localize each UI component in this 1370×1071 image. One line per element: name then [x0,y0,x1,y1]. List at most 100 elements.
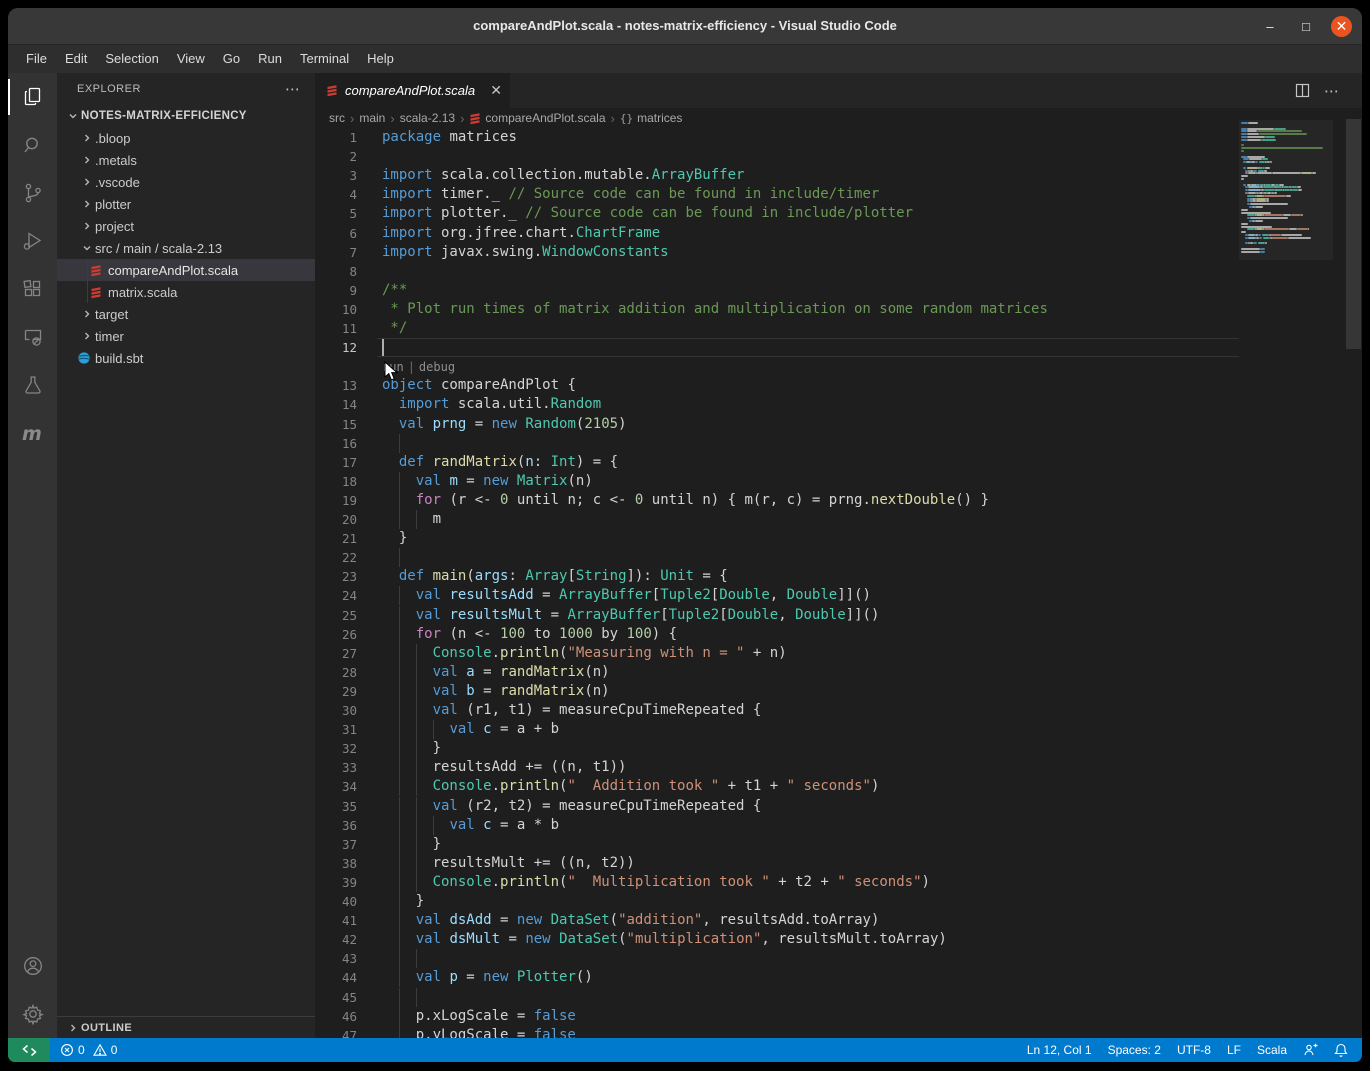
settings-gear-icon[interactable] [8,990,57,1038]
close-icon[interactable]: ✕ [1331,16,1352,37]
code-line[interactable]: 40 } [315,892,1362,911]
extensions-icon[interactable] [8,265,57,313]
code-line[interactable]: 33 resultsAdd += ((n, t1)) [315,758,1362,777]
code-line[interactable]: 16 [315,434,1362,453]
code-line[interactable]: 17 def randMatrix(n: Int) = { [315,453,1362,472]
code-line[interactable]: 26 for (n <- 100 to 1000 by 100) { [315,625,1362,644]
code-line[interactable]: 34 Console.println(" Addition took " + t… [315,777,1362,796]
code-line[interactable]: 8 [315,262,1362,281]
code-line[interactable]: 15 val prng = new Random(2105) [315,415,1362,434]
tree-item-.metals[interactable]: .metals [57,149,315,171]
code-line[interactable]: 47 p.yLogScale = false [315,1026,1362,1038]
tree-item-.vscode[interactable]: .vscode [57,171,315,193]
menu-file[interactable]: File [17,45,56,73]
code-line[interactable]: 5import plotter._ // Source code can be … [315,204,1362,223]
code-line[interactable]: 39 Console.println(" Multiplication took… [315,873,1362,892]
outline-section-header[interactable]: OUTLINE [57,1016,315,1038]
code-line[interactable]: 6import org.jfree.chart.ChartFrame [315,224,1362,243]
indentation[interactable]: Spaces: 2 [1108,1043,1161,1057]
code-line[interactable]: 7import javax.swing.WindowConstants [315,243,1362,262]
problems-panel[interactable]: 0 0 [60,1043,117,1057]
code-line[interactable]: 19 for (r <- 0 until n; c <- 0 until n) … [315,491,1362,510]
metals-icon[interactable]: m [8,409,57,457]
menu-view[interactable]: View [168,45,214,73]
tree-item-plotter[interactable]: plotter [57,193,315,215]
breadcrumb-item-compareandplot.scala[interactable]: compareAndPlot.scala [469,111,605,125]
codelens-debug-link[interactable]: debug [419,360,455,374]
more-actions-icon[interactable]: ⋯ [1324,82,1340,100]
code-line[interactable]: 12 [315,338,1362,357]
code-line[interactable]: 22 [315,548,1362,567]
remote-indicator[interactable] [8,1038,50,1062]
code-line[interactable]: 4import timer._ // Source code can be fo… [315,185,1362,204]
code-line[interactable]: 20 m [315,510,1362,529]
code-line[interactable]: 1package matrices [315,128,1362,147]
remote-explorer-icon[interactable] [8,313,57,361]
code-line[interactable]: 28 val a = randMatrix(n) [315,663,1362,682]
tree-item-build.sbt[interactable]: build.sbt [57,347,315,369]
code-line[interactable]: 9/** [315,281,1362,300]
code-line[interactable]: 3import scala.collection.mutable.ArrayBu… [315,166,1362,185]
code-line[interactable]: 44 val p = new Plotter() [315,968,1362,987]
notifications-bell-icon[interactable] [1334,1043,1348,1057]
code-line[interactable]: 35 val (r2, t2) = measureCpuTimeRepeated… [315,797,1362,816]
code-line[interactable]: 13object compareAndPlot { [315,376,1362,395]
tab-close-icon[interactable]: ✕ [490,82,502,99]
tree-item-project[interactable]: project [57,215,315,237]
menu-go[interactable]: Go [214,45,249,73]
code-line[interactable]: 24 val resultsAdd = ArrayBuffer[Tuple2[D… [315,586,1362,605]
minimap[interactable] [1239,122,1333,272]
code-line[interactable]: 10 * Plot run times of matrix addition a… [315,300,1362,319]
cursor-position[interactable]: Ln 12, Col 1 [1027,1043,1092,1057]
titlebar[interactable]: compareAndPlot.scala - notes-matrix-effi… [8,8,1362,44]
code-line[interactable]: 11 */ [315,319,1362,338]
menu-edit[interactable]: Edit [56,45,96,73]
source-control-icon[interactable] [8,169,57,217]
breadcrumb-item-main[interactable]: main [359,111,385,125]
code-line[interactable]: 30 val (r1, t1) = measureCpuTimeRepeated… [315,701,1362,720]
tree-item-.bloop[interactable]: .bloop [57,127,315,149]
breadcrumb-item-scala-2.13[interactable]: scala-2.13 [400,111,455,125]
code-line[interactable]: 23 def main(args: Array[String]): Unit =… [315,567,1362,586]
run-debug-icon[interactable] [8,217,57,265]
code-line[interactable]: 21 } [315,529,1362,548]
maximize-icon[interactable]: □ [1295,15,1317,37]
testing-icon[interactable] [8,361,57,409]
views-and-more-actions-icon[interactable]: ⋯ [285,80,301,98]
explorer-icon[interactable] [8,73,57,121]
encoding[interactable]: UTF-8 [1177,1043,1211,1057]
tree-item-compareandplot.scala[interactable]: compareAndPlot.scala [57,259,315,281]
code-line[interactable]: 41 val dsAdd = new DataSet("addition", r… [315,911,1362,930]
breadcrumb-item-src[interactable]: src [329,111,345,125]
menu-help[interactable]: Help [358,45,403,73]
code-line[interactable]: 38 resultsMult += ((n, t2)) [315,854,1362,873]
accounts-icon[interactable] [8,942,57,990]
code-line[interactable]: 32 } [315,739,1362,758]
menu-run[interactable]: Run [249,45,291,73]
code-line[interactable]: 46 p.xLogScale = false [315,1007,1362,1026]
code-line[interactable]: 45 [315,988,1362,1007]
split-editor-icon[interactable] [1295,83,1310,98]
code-area[interactable]: 1package matrices23import scala.collecti… [315,128,1362,1038]
eol-sequence[interactable]: LF [1227,1043,1241,1057]
search-icon[interactable] [8,121,57,169]
code-line[interactable]: 43 [315,949,1362,968]
breadcrumb-item-matrices[interactable]: {}matrices [620,111,683,125]
tree-item-src-main-scala-2.13[interactable]: src / main / scala-2.13 [57,237,315,259]
code-line[interactable]: 36 val c = a * b [315,816,1362,835]
language-mode[interactable]: Scala [1257,1043,1287,1057]
code-line[interactable]: 37 } [315,835,1362,854]
code-line[interactable]: 18 val m = new Matrix(n) [315,472,1362,491]
editor-scrollbar[interactable] [1346,119,1361,349]
code-line[interactable]: 25 val resultsMult = ArrayBuffer[Tuple2[… [315,606,1362,625]
tab-compareandplot[interactable]: compareAndPlot.scala ✕ [315,73,510,108]
tree-item-timer[interactable]: timer [57,325,315,347]
code-line[interactable]: 2 [315,147,1362,166]
menu-selection[interactable]: Selection [96,45,167,73]
minimize-icon[interactable]: – [1259,15,1281,37]
tree-item-target[interactable]: target [57,303,315,325]
code-line[interactable]: 42 val dsMult = new DataSet("multiplicat… [315,930,1362,949]
code-line[interactable]: 27 Console.println("Measuring with n = "… [315,644,1362,663]
tree-root-folder[interactable]: NOTES-MATRIX-EFFICIENCY [57,105,315,127]
code-line[interactable]: 31 val c = a + b [315,720,1362,739]
